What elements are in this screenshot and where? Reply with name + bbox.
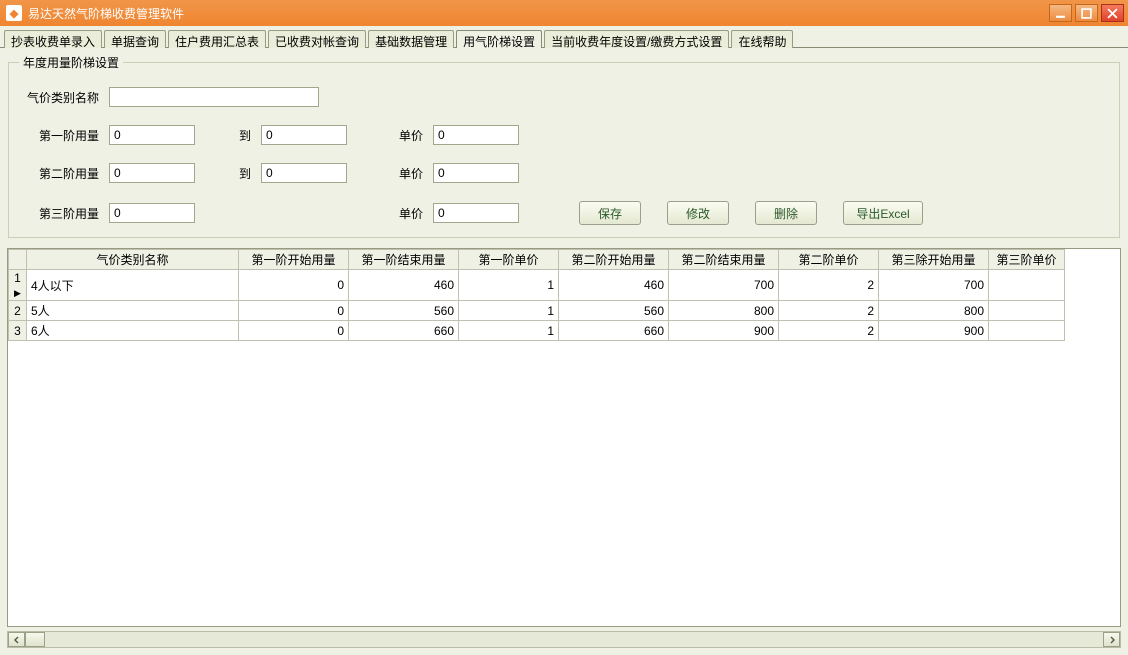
cell[interactable]: 700 <box>879 270 989 301</box>
scroll-thumb[interactable] <box>25 632 45 647</box>
col-header-2[interactable]: 第一阶结束用量 <box>349 250 459 270</box>
cell[interactable]: 700 <box>669 270 779 301</box>
close-button[interactable] <box>1101 4 1124 22</box>
maximize-button[interactable] <box>1075 4 1098 22</box>
tab-strip: 抄表收费单录入单据查询住户费用汇总表已收费对帐查询基础数据管理用气阶梯设置当前收… <box>0 26 1128 48</box>
table-row[interactable]: 36人066016609002900 <box>9 321 1065 341</box>
col-header-0[interactable]: 气价类别名称 <box>27 250 239 270</box>
scroll-track[interactable] <box>25 632 1103 647</box>
cell[interactable]: 460 <box>349 270 459 301</box>
tier2-price-input[interactable] <box>433 163 519 183</box>
cell[interactable]: 2 <box>779 321 879 341</box>
tier3-price-input[interactable] <box>433 203 519 223</box>
horizontal-scrollbar[interactable] <box>7 631 1121 648</box>
tier3-from-input[interactable] <box>109 203 195 223</box>
col-header-8[interactable]: 第三阶单价 <box>989 250 1065 270</box>
tab-2[interactable]: 住户费用汇总表 <box>168 30 266 48</box>
cell[interactable]: 4人以下 <box>27 270 239 301</box>
cell[interactable]: 660 <box>349 321 459 341</box>
edit-button[interactable]: 修改 <box>667 201 729 225</box>
tier2-to-input[interactable] <box>261 163 347 183</box>
col-header-6[interactable]: 第二阶单价 <box>779 250 879 270</box>
tab-1[interactable]: 单据查询 <box>104 30 166 48</box>
col-header-7[interactable]: 第三除开始用量 <box>879 250 989 270</box>
cell[interactable]: 5人 <box>27 301 239 321</box>
cell[interactable]: 1 <box>459 270 559 301</box>
titlebar: ◆ 易达天然气阶梯收费管理软件 <box>0 0 1128 26</box>
cell[interactable]: 2 <box>779 301 879 321</box>
export-excel-button[interactable]: 导出Excel <box>843 201 923 225</box>
cell[interactable] <box>989 270 1065 301</box>
delete-button[interactable]: 删除 <box>755 201 817 225</box>
name-label: 气价类别名称 <box>23 89 103 106</box>
row-indicator[interactable]: 1▶ <box>9 270 27 301</box>
table-row[interactable]: 1▶4人以下046014607002700 <box>9 270 1065 301</box>
cell[interactable]: 560 <box>349 301 459 321</box>
tab-6[interactable]: 当前收费年度设置/缴费方式设置 <box>544 30 729 48</box>
row-indicator[interactable]: 3 <box>9 321 27 341</box>
tab-3[interactable]: 已收费对帐查询 <box>268 30 366 48</box>
cell[interactable]: 460 <box>559 270 669 301</box>
tab-7[interactable]: 在线帮助 <box>731 30 793 48</box>
cell[interactable]: 900 <box>669 321 779 341</box>
cell[interactable]: 6人 <box>27 321 239 341</box>
scroll-right-button[interactable] <box>1103 632 1120 647</box>
name-input[interactable] <box>109 87 319 107</box>
tab-5[interactable]: 用气阶梯设置 <box>456 30 542 48</box>
cell[interactable]: 660 <box>559 321 669 341</box>
cell[interactable]: 2 <box>779 270 879 301</box>
save-button[interactable]: 保存 <box>579 201 641 225</box>
price-label-2: 单价 <box>377 165 427 182</box>
tier2-from-input[interactable] <box>109 163 195 183</box>
data-grid[interactable]: 气价类别名称第一阶开始用量第一阶结束用量第一阶单价第二阶开始用量第二阶结束用量第… <box>7 248 1121 627</box>
price-label-3: 单价 <box>377 205 427 222</box>
cell[interactable]: 560 <box>559 301 669 321</box>
cell[interactable]: 1 <box>459 321 559 341</box>
cell[interactable]: 800 <box>669 301 779 321</box>
col-header-4[interactable]: 第二阶开始用量 <box>559 250 669 270</box>
cell[interactable]: 0 <box>239 301 349 321</box>
row-header-corner <box>9 250 27 270</box>
cell[interactable]: 1 <box>459 301 559 321</box>
col-header-5[interactable]: 第二阶结束用量 <box>669 250 779 270</box>
tier-settings-group: 年度用量阶梯设置 气价类别名称 第一阶用量 到 单价 第二阶用量 到 单价 <box>8 54 1120 238</box>
tier1-price-input[interactable] <box>433 125 519 145</box>
minimize-button[interactable] <box>1049 4 1072 22</box>
cell[interactable] <box>989 301 1065 321</box>
group-legend: 年度用量阶梯设置 <box>19 54 123 71</box>
window-title: 易达天然气阶梯收费管理软件 <box>28 5 184 22</box>
tier1-from-input[interactable] <box>109 125 195 145</box>
tier2-label: 第二阶用量 <box>23 165 103 182</box>
table-row[interactable]: 25人056015608002800 <box>9 301 1065 321</box>
cell[interactable]: 800 <box>879 301 989 321</box>
col-header-1[interactable]: 第一阶开始用量 <box>239 250 349 270</box>
cell[interactable] <box>989 321 1065 341</box>
price-label-1: 单价 <box>377 127 427 144</box>
row-indicator[interactable]: 2 <box>9 301 27 321</box>
tab-4[interactable]: 基础数据管理 <box>368 30 454 48</box>
cell[interactable]: 0 <box>239 321 349 341</box>
scroll-left-button[interactable] <box>8 632 25 647</box>
to-label-2: 到 <box>225 165 255 182</box>
cell[interactable]: 0 <box>239 270 349 301</box>
tier1-to-input[interactable] <box>261 125 347 145</box>
tier3-label: 第三阶用量 <box>23 205 103 222</box>
col-header-3[interactable]: 第一阶单价 <box>459 250 559 270</box>
tab-0[interactable]: 抄表收费单录入 <box>4 30 102 48</box>
cell[interactable]: 900 <box>879 321 989 341</box>
tier1-label: 第一阶用量 <box>23 127 103 144</box>
to-label-1: 到 <box>225 127 255 144</box>
app-icon: ◆ <box>6 5 22 21</box>
